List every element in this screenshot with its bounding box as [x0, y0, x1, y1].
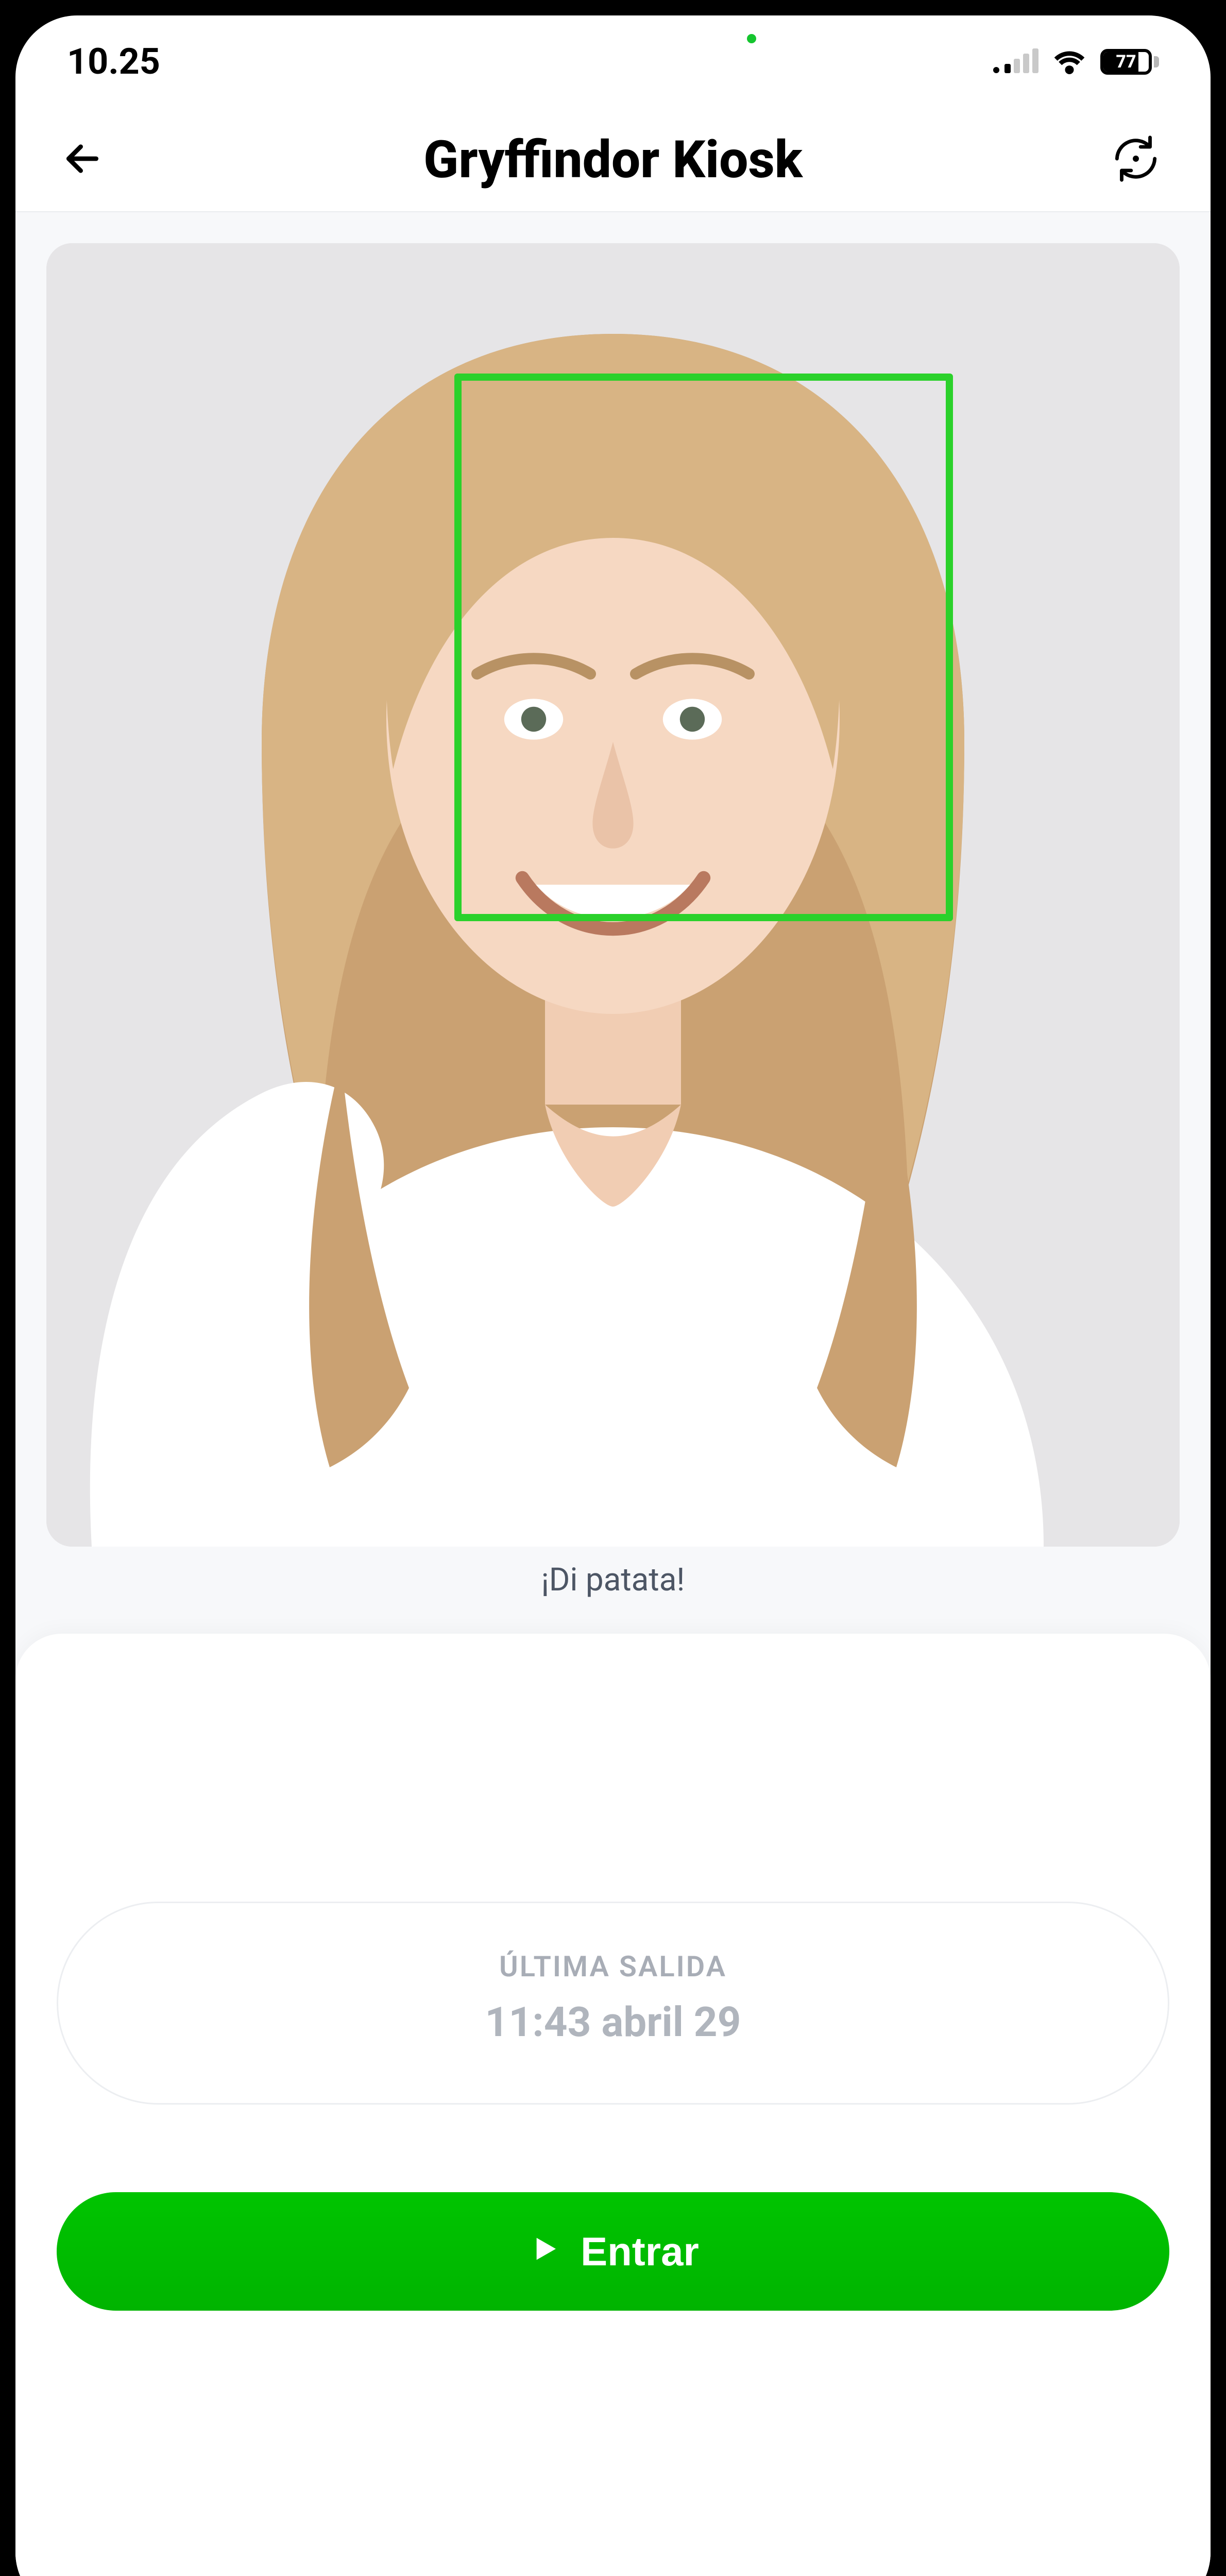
enter-button[interactable]: Entrar — [57, 2192, 1169, 2311]
status-time: 10.25 — [67, 41, 160, 83]
content-area: ¡Di patata! ÚLTIMA SALIDA 11:43 abril 29… — [15, 211, 1211, 2576]
refresh-button[interactable] — [1108, 131, 1164, 188]
cellular-signal-icon — [993, 50, 1038, 73]
face-detection-box — [454, 374, 953, 921]
last-exit-card: ÚLTIMA SALIDA 11:43 abril 29 — [57, 1902, 1169, 2105]
battery-indicator: 77 — [1100, 49, 1159, 75]
last-exit-label: ÚLTIMA SALIDA — [89, 1950, 1137, 1984]
battery-percent: 77 — [1116, 52, 1136, 72]
nav-header: Gryffindor Kiosk — [15, 108, 1211, 211]
wifi-icon — [1053, 49, 1086, 74]
screen: 10.25 77 — [15, 15, 1211, 2576]
play-icon — [527, 2228, 560, 2275]
last-exit-value: 11:43 abril 29 — [89, 1998, 1137, 2046]
camera-caption: ¡Di patata! — [46, 1547, 1180, 1623]
camera-container: ¡Di patata! — [15, 212, 1211, 1634]
refresh-icon — [1108, 130, 1164, 189]
camera-privacy-dot — [747, 34, 756, 43]
bottom-sheet: ÚLTIMA SALIDA 11:43 abril 29 Entrar — [15, 1634, 1211, 2576]
device-frame: 10.25 77 — [0, 0, 1226, 2576]
status-right: 77 — [993, 49, 1159, 75]
back-button[interactable] — [57, 134, 108, 185]
arrow-left-icon — [62, 138, 103, 181]
enter-button-label: Entrar — [581, 2228, 699, 2275]
page-title: Gryffindor Kiosk — [423, 130, 803, 190]
status-bar: 10.25 77 — [15, 15, 1211, 108]
camera-preview — [46, 243, 1180, 1547]
